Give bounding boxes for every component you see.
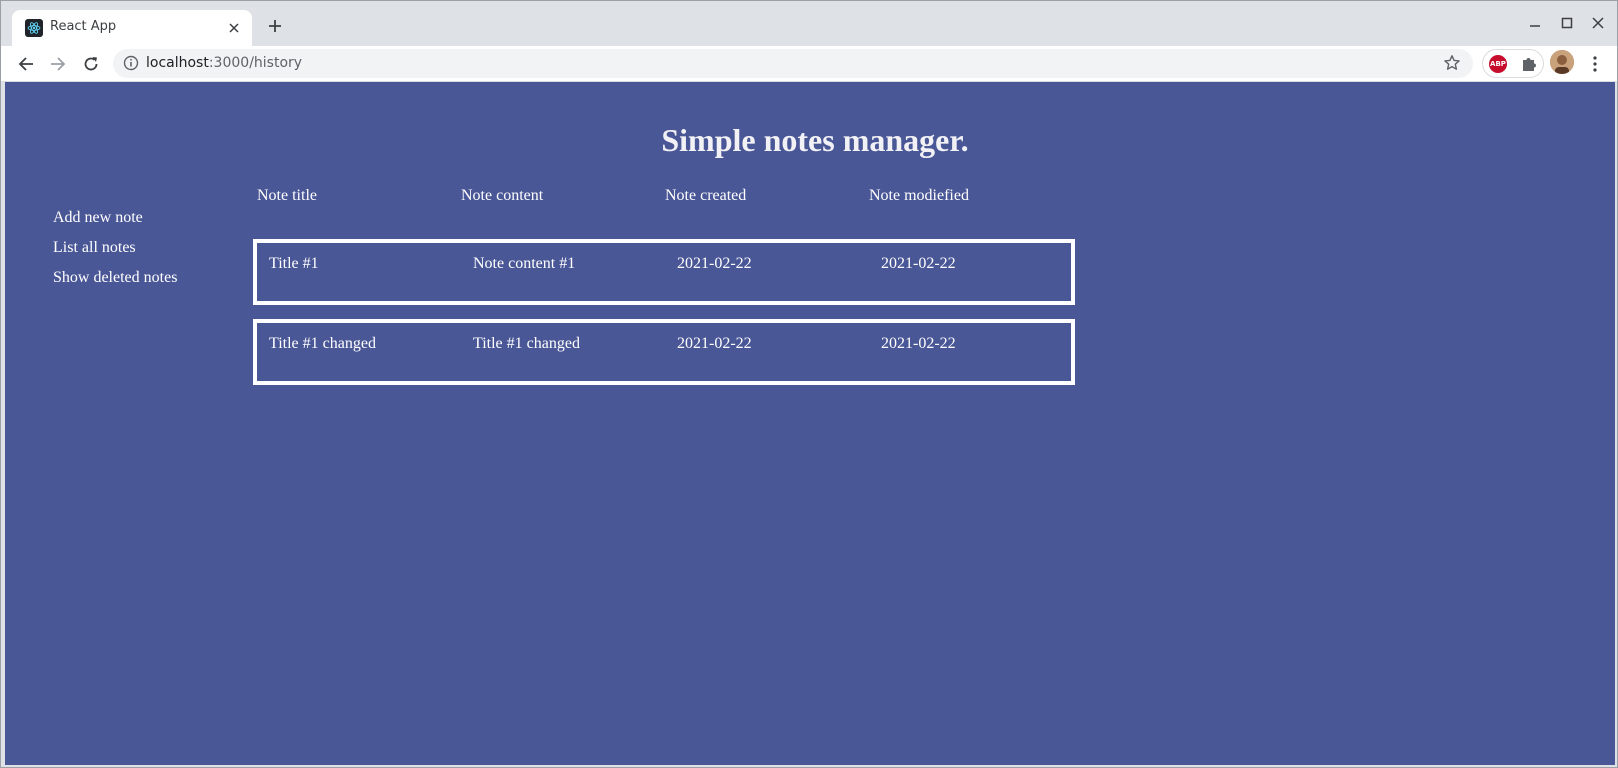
- table-row[interactable]: Title #1 Note content #1 2021-02-22 2021…: [253, 239, 1075, 305]
- column-header-title: Note title: [257, 187, 317, 204]
- browser-toolbar: localhost:3000/history ABP: [1, 46, 1617, 82]
- tab-title: React App: [50, 19, 117, 34]
- close-icon[interactable]: [224, 18, 244, 38]
- tab-strip: React App: [1, 1, 1617, 46]
- cell-modified: 2021-02-22: [881, 255, 956, 272]
- cell-title: Title #1: [269, 255, 319, 272]
- close-icon: [1592, 17, 1604, 29]
- info-icon[interactable]: [123, 55, 139, 71]
- cell-modified: 2021-02-22: [881, 335, 956, 352]
- maximize-icon: [1561, 17, 1573, 29]
- sidebar: Add new note List all notes Show deleted…: [53, 203, 177, 293]
- new-tab-button[interactable]: [264, 15, 286, 37]
- reload-button[interactable]: [77, 50, 105, 78]
- arrow-right-icon: [51, 57, 66, 71]
- sidebar-item-deleted-notes[interactable]: Show deleted notes: [53, 263, 177, 293]
- browser-window: React App localhost:3000/history ABP Sim…: [0, 0, 1618, 768]
- close-window-button[interactable]: [1586, 13, 1610, 33]
- cell-title: Title #1 changed: [269, 335, 376, 352]
- cell-content: Note content #1: [473, 255, 576, 272]
- back-button[interactable]: [12, 50, 40, 78]
- url-text[interactable]: localhost:3000/history: [146, 55, 302, 71]
- kebab-menu-icon[interactable]: [1585, 50, 1605, 78]
- star-icon[interactable]: [1443, 54, 1461, 72]
- column-header-content: Note content: [461, 187, 544, 204]
- sidebar-item-list-notes[interactable]: List all notes: [53, 233, 177, 263]
- puzzle-icon[interactable]: [1520, 55, 1538, 73]
- url-path: :3000/history: [208, 55, 303, 71]
- maximize-button[interactable]: [1555, 13, 1579, 33]
- column-header-created: Note created: [665, 187, 747, 204]
- avatar[interactable]: [1550, 50, 1574, 74]
- page-title: Simple notes manager.: [661, 122, 969, 158]
- extensions-group: ABP: [1482, 49, 1544, 78]
- react-icon: [25, 19, 43, 37]
- arrow-left-icon: [18, 57, 33, 71]
- table-row[interactable]: Title #1 changed Title #1 changed 2021-0…: [253, 319, 1075, 385]
- url-host: localhost: [146, 55, 209, 71]
- adblock-plus-icon[interactable]: ABP: [1489, 55, 1507, 73]
- tab-active[interactable]: React App: [12, 10, 252, 46]
- plus-icon: [269, 20, 281, 32]
- cell-created: 2021-02-22: [677, 335, 752, 352]
- forward-button[interactable]: [44, 50, 72, 78]
- page-content: Simple notes manager. Add new note List …: [5, 82, 1615, 765]
- reload-icon: [84, 57, 98, 71]
- cell-created: 2021-02-22: [677, 255, 752, 272]
- minimize-button[interactable]: [1523, 13, 1547, 33]
- cell-content: Title #1 changed: [473, 335, 580, 352]
- address-bar[interactable]: localhost:3000/history: [113, 49, 1473, 78]
- minimize-icon: [1530, 25, 1540, 27]
- sidebar-item-add-note[interactable]: Add new note: [53, 203, 177, 233]
- column-header-modified: Note modiefied: [869, 187, 969, 204]
